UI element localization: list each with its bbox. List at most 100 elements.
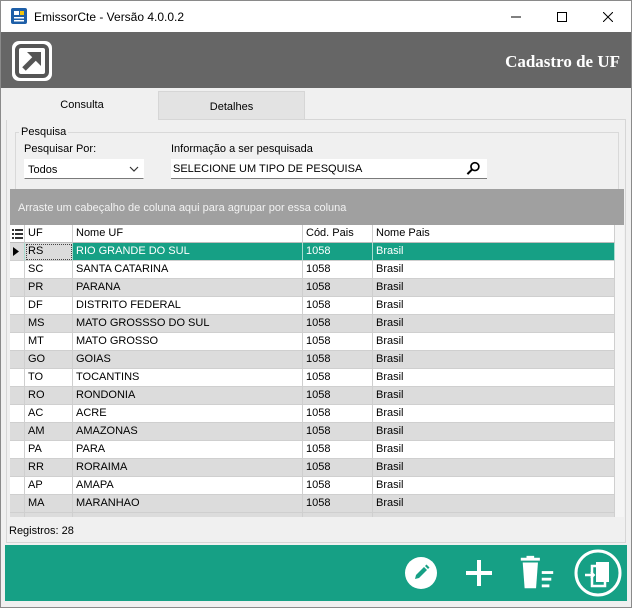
cell-nome-pais[interactable]: Brasil	[373, 351, 615, 369]
row-indicator[interactable]	[10, 441, 25, 459]
cell-cod-pais[interactable]: 1058	[303, 387, 373, 405]
maximize-button[interactable]	[539, 1, 585, 32]
table-row[interactable]: MS MATO GROSSSO DO SUL 1058 Brasil	[10, 315, 615, 333]
cell-nome-pais[interactable]: Brasil	[373, 315, 615, 333]
cell-nome-uf[interactable]: PARANA	[73, 279, 303, 297]
cell-cod-pais[interactable]: 1058	[303, 369, 373, 387]
cell-nome-pais[interactable]: Brasil	[373, 261, 615, 279]
column-header-cod-pais[interactable]: Cód. Pais	[303, 225, 373, 243]
cell-nome-uf[interactable]: SANTA CATARINA	[73, 261, 303, 279]
cell-uf[interactable]: RR	[25, 459, 73, 477]
cell-nome-uf[interactable]: RONDONIA	[73, 387, 303, 405]
row-indicator[interactable]	[10, 279, 25, 297]
row-indicator[interactable]	[10, 495, 25, 513]
table-row[interactable]: GO GOIAS 1058 Brasil	[10, 351, 615, 369]
cell-nome-pais[interactable]: Brasil	[373, 423, 615, 441]
cell-cod-pais[interactable]: 1058	[303, 405, 373, 423]
cell-uf[interactable]: MT	[25, 333, 73, 351]
cell-cod-pais[interactable]: 1058	[303, 441, 373, 459]
cell-nome-uf[interactable]: TOCANTINS	[73, 369, 303, 387]
row-indicator[interactable]	[10, 369, 25, 387]
cell-nome-pais[interactable]: Brasil	[373, 243, 615, 261]
search-icon[interactable]	[466, 161, 481, 176]
cell-nome-pais[interactable]: Brasil	[373, 495, 615, 513]
delete-button[interactable]	[517, 553, 557, 593]
row-indicator[interactable]	[10, 477, 25, 495]
cell-uf[interactable]: DF	[25, 297, 73, 315]
table-row[interactable]: MA MARANHAO 1058 Brasil	[10, 495, 615, 513]
cell-nome-pais[interactable]: Brasil	[373, 405, 615, 423]
table-row[interactable]: SC SANTA CATARINA 1058 Brasil	[10, 261, 615, 279]
column-header-nome-uf[interactable]: Nome UF	[73, 225, 303, 243]
row-indicator[interactable]	[10, 243, 25, 261]
cell-uf[interactable]: MS	[25, 315, 73, 333]
edit-button[interactable]	[401, 553, 441, 593]
table-row[interactable]: AC ACRE 1058 Brasil	[10, 405, 615, 423]
cell-cod-pais[interactable]: 1058	[303, 243, 373, 261]
cell-nome-uf[interactable]: PARA	[73, 441, 303, 459]
cell-nome-uf[interactable]: ACRE	[73, 405, 303, 423]
table-row[interactable]: RR RORAIMA 1058 Brasil	[10, 459, 615, 477]
row-indicator[interactable]	[10, 351, 25, 369]
cell-cod-pais[interactable]: 1058	[303, 279, 373, 297]
cell-nome-uf[interactable]: MATO GROSSSO DO SUL	[73, 315, 303, 333]
cell-cod-pais[interactable]: 1058	[303, 423, 373, 441]
close-button[interactable]	[585, 1, 631, 32]
cell-nome-pais[interactable]: Brasil	[373, 459, 615, 477]
grid-scrollbar[interactable]	[615, 225, 624, 517]
cell-cod-pais[interactable]: 1058	[303, 261, 373, 279]
table-row[interactable]: RO RONDONIA 1058 Brasil	[10, 387, 615, 405]
cell-nome-pais[interactable]: Brasil	[373, 297, 615, 315]
row-indicator[interactable]	[10, 405, 25, 423]
cell-uf[interactable]: SC	[25, 261, 73, 279]
cell-uf[interactable]: MA	[25, 495, 73, 513]
cell-nome-uf[interactable]: MATO GROSSO	[73, 333, 303, 351]
filter-select[interactable]: Todos	[24, 159, 144, 179]
cell-nome-uf[interactable]: RORAIMA	[73, 459, 303, 477]
cell-nome-uf[interactable]: RIO GRANDE DO SUL	[73, 243, 303, 261]
table-row[interactable]: PA PARA 1058 Brasil	[10, 441, 615, 459]
cell-nome-uf[interactable]: GOIAS	[73, 351, 303, 369]
cell-uf[interactable]: GO	[25, 351, 73, 369]
table-row[interactable]: RS RIO GRANDE DO SUL 1058 Brasil	[10, 243, 615, 261]
cell-cod-pais[interactable]: 1058	[303, 495, 373, 513]
cell-uf[interactable]: RS	[25, 243, 73, 261]
exit-button[interactable]	[573, 548, 623, 598]
row-indicator[interactable]	[10, 423, 25, 441]
cell-cod-pais[interactable]: 1058	[303, 459, 373, 477]
cell-nome-uf[interactable]: DISTRITO FEDERAL	[73, 297, 303, 315]
cell-nome-pais[interactable]: Brasil	[373, 441, 615, 459]
add-button[interactable]	[459, 553, 499, 593]
cell-nome-pais[interactable]: Brasil	[373, 477, 615, 495]
table-row[interactable]: DF DISTRITO FEDERAL 1058 Brasil	[10, 297, 615, 315]
group-by-panel[interactable]: Arraste um cabeçalho de coluna aqui para…	[10, 189, 624, 225]
cell-uf[interactable]: PA	[25, 441, 73, 459]
row-indicator[interactable]	[10, 333, 25, 351]
cell-cod-pais[interactable]: 1058	[303, 351, 373, 369]
cell-uf[interactable]: PR	[25, 279, 73, 297]
cell-uf[interactable]: RO	[25, 387, 73, 405]
cell-cod-pais[interactable]: 1058	[303, 297, 373, 315]
cell-nome-pais[interactable]: Brasil	[373, 279, 615, 297]
cell-cod-pais[interactable]: 1058	[303, 333, 373, 351]
table-row[interactable]: AM AMAZONAS 1058 Brasil	[10, 423, 615, 441]
cell-cod-pais[interactable]: 1058	[303, 315, 373, 333]
row-indicator[interactable]	[10, 315, 25, 333]
column-chooser-button[interactable]	[10, 225, 25, 243]
row-indicator[interactable]	[10, 387, 25, 405]
column-header-uf[interactable]: UF	[25, 225, 73, 243]
table-row[interactable]: PR PARANA 1058 Brasil	[10, 279, 615, 297]
cell-uf[interactable]: AP	[25, 477, 73, 495]
table-row[interactable]: AP AMAPA 1058 Brasil	[10, 477, 615, 495]
cell-nome-pais[interactable]: Brasil	[373, 387, 615, 405]
cell-uf[interactable]: TO	[25, 369, 73, 387]
cell-nome-uf[interactable]: AMAZONAS	[73, 423, 303, 441]
row-indicator[interactable]	[10, 261, 25, 279]
row-indicator[interactable]	[10, 459, 25, 477]
table-row-partial[interactable]	[10, 513, 615, 517]
tab-detalhes[interactable]: Detalhes	[158, 91, 305, 121]
cell-nome-pais[interactable]: Brasil	[373, 333, 615, 351]
table-row[interactable]: TO TOCANTINS 1058 Brasil	[10, 369, 615, 387]
search-input[interactable]: SELECIONE UM TIPO DE PESQUISA	[171, 159, 487, 179]
table-row[interactable]: MT MATO GROSSO 1058 Brasil	[10, 333, 615, 351]
